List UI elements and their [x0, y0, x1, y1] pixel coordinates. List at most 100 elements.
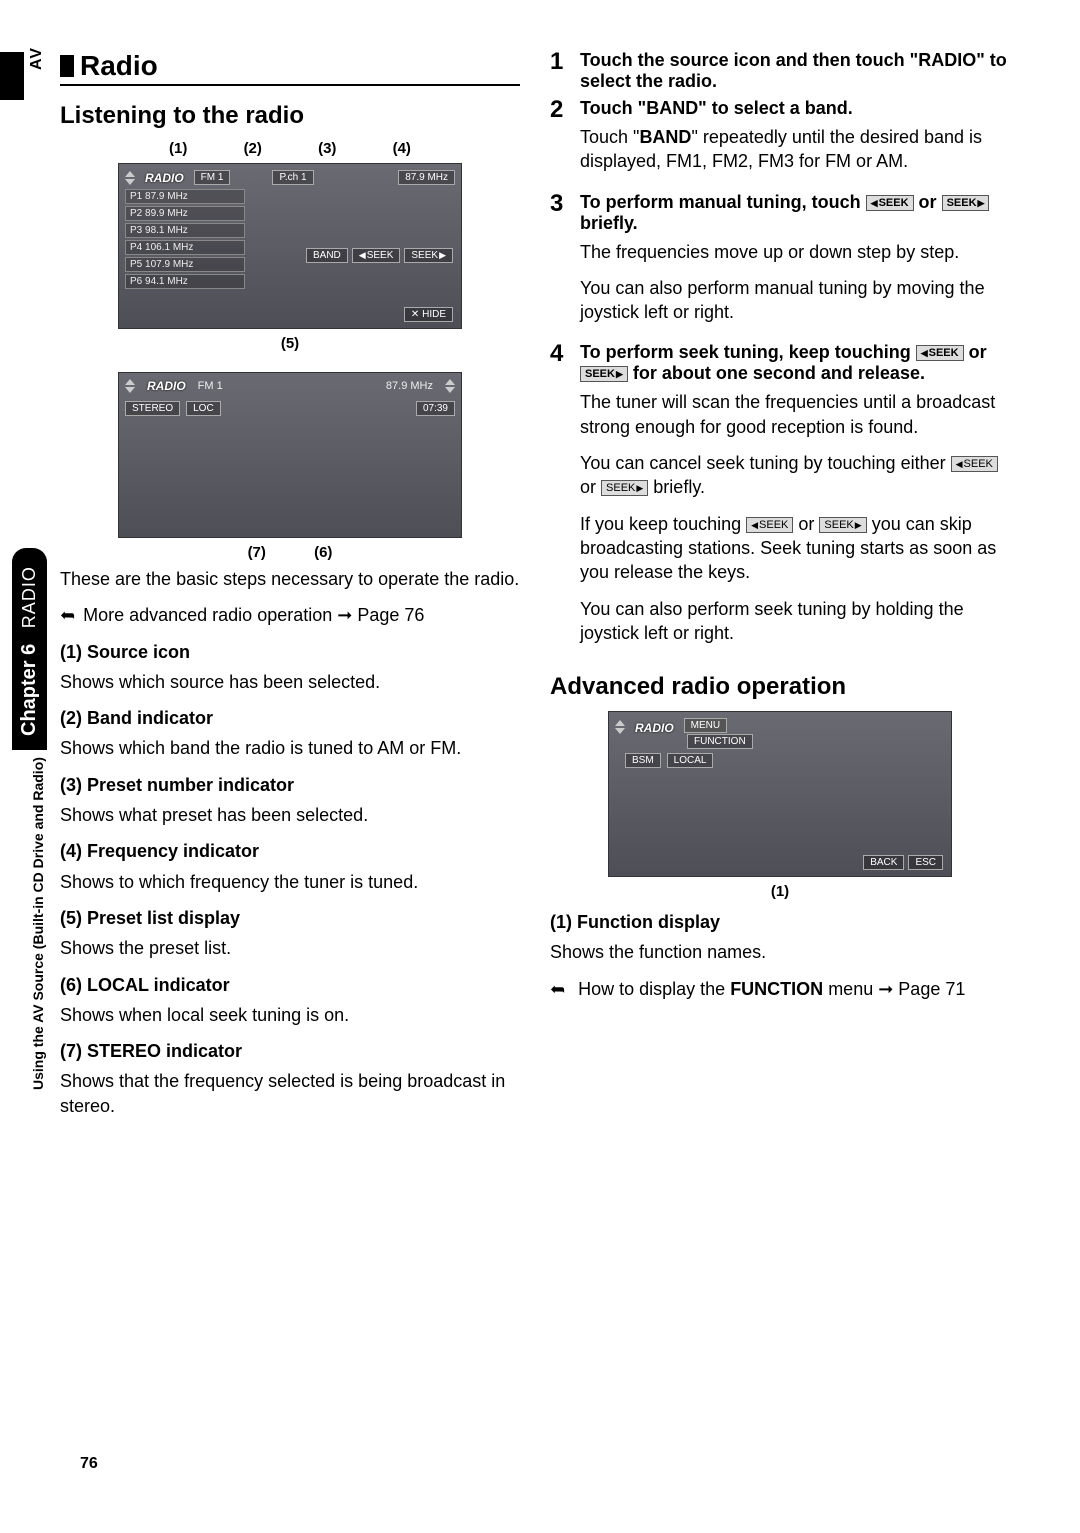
- text: briefly.: [580, 213, 638, 233]
- local-indicator: LOC: [186, 401, 221, 416]
- step-lead: Touch "BAND" to select a band.: [580, 98, 853, 118]
- sidebar-caption: Using the AV Source (Built-in CD Drive a…: [30, 757, 46, 1090]
- scroll-arrows-icon: [125, 171, 135, 185]
- seek-up-icon: SEEK: [819, 517, 866, 533]
- text: How to display the: [578, 979, 730, 999]
- seek-up-icon: SEEK: [580, 366, 628, 382]
- callout-1: (1): [169, 140, 187, 157]
- step-1: 1 Touch the source icon and then touch "…: [550, 50, 1010, 92]
- seek-down-icon: SEEK: [866, 195, 914, 211]
- step-body: The tuner will scan the frequencies unti…: [580, 390, 1010, 439]
- sidebar: AV Chapter 6 RADIO Using the AV Source (…: [0, 0, 48, 1533]
- step-lead: To perform seek tuning, keep touching SE…: [580, 342, 987, 383]
- callout-7: (7): [248, 544, 266, 561]
- source-icon: RADIO: [631, 721, 678, 735]
- scroll-arrows-icon: [615, 720, 625, 734]
- def-heading: (5) Preset list display: [60, 906, 520, 930]
- step-number: 3: [550, 192, 572, 337]
- left-column: Radio Listening to the radio (1) (2) (3)…: [60, 50, 520, 1130]
- def-body: Shows the preset list.: [60, 936, 520, 960]
- bsm-button[interactable]: BSM: [625, 753, 661, 768]
- cross-ref-note: How to display the FUNCTION menu ➞ Page …: [550, 977, 1010, 1001]
- frequency-indicator: 87.9 MHz: [386, 380, 433, 392]
- step-number: 1: [550, 50, 572, 92]
- step-body: If you keep touching SEEK or SEEK you ca…: [580, 512, 1010, 585]
- text: Touch ": [580, 127, 639, 147]
- callout-labels-bottom: (7) (6): [60, 544, 520, 561]
- band-indicator: FM 1: [194, 170, 231, 185]
- chapter-section: RADIO: [19, 566, 39, 628]
- text: briefly.: [648, 477, 705, 497]
- cross-ref-note: More advanced radio operation ➞ Page 76: [60, 603, 520, 627]
- def-heading: (1) Function display: [550, 910, 1010, 934]
- def-body: Shows to which frequency the tuner is tu…: [60, 870, 520, 894]
- def-body: Shows which band the radio is tuned to A…: [60, 736, 520, 760]
- callout-labels-advanced: (1): [550, 883, 1010, 900]
- step-number: 2: [550, 98, 572, 186]
- step-lead: Touch the source icon and then touch "RA…: [580, 50, 1007, 91]
- menu-tab[interactable]: MENU: [684, 718, 727, 733]
- step-2: 2 Touch "BAND" to select a band. Touch "…: [550, 98, 1010, 186]
- chapter-badge: Chapter 6 RADIO: [12, 548, 47, 750]
- clock-display: 07:39: [416, 401, 455, 416]
- seek-up-button[interactable]: SEEK: [404, 248, 453, 263]
- callout-3: (3): [318, 140, 336, 157]
- band-indicator: FM 1: [198, 380, 223, 392]
- function-tab[interactable]: FUNCTION: [687, 734, 753, 749]
- callout-4: (4): [393, 140, 411, 157]
- text-bold: FUNCTION: [730, 979, 823, 999]
- text: for about one second and release.: [628, 363, 925, 383]
- radio-screen-presets: RADIO FM 1 P.ch 1 87.9 MHz P1 87.9 MHz P…: [118, 163, 462, 329]
- page-title: Radio: [60, 50, 520, 86]
- text: To perform seek tuning, keep touching: [580, 342, 916, 362]
- section-heading-advanced: Advanced radio operation: [550, 673, 1010, 701]
- tab-av-label: AV: [28, 47, 46, 70]
- callout-2: (2): [244, 140, 262, 157]
- preset-number-indicator: P.ch 1: [272, 170, 313, 185]
- def-heading: (3) Preset number indicator: [60, 773, 520, 797]
- preset-row: P4 106.1 MHz: [125, 240, 245, 255]
- preset-list: P1 87.9 MHz P2 89.9 MHz P3 98.1 MHz P4 1…: [125, 189, 455, 289]
- text: If you keep touching: [580, 514, 746, 534]
- def-heading: (4) Frequency indicator: [60, 839, 520, 863]
- intro-text: These are the basic steps necessary to o…: [60, 567, 520, 591]
- text: or: [580, 477, 601, 497]
- seek-up-icon: SEEK: [601, 480, 648, 496]
- text-bold: BAND: [639, 127, 691, 147]
- step-body: The frequencies move up or down step by …: [580, 240, 1010, 264]
- step-body: You can also perform manual tuning by mo…: [580, 276, 1010, 325]
- def-heading: (2) Band indicator: [60, 706, 520, 730]
- def-body: Shows when local seek tuning is on.: [60, 1003, 520, 1027]
- def-body: Shows that the frequency selected is bei…: [60, 1069, 520, 1118]
- step-lead: To perform manual tuning, touch SEEK or …: [580, 192, 989, 233]
- seek-down-icon: SEEK: [746, 517, 793, 533]
- seek-down-icon: SEEK: [916, 345, 964, 361]
- step-body: Touch "BAND" repeatedly until the desire…: [580, 125, 1010, 174]
- back-button[interactable]: BACK: [863, 855, 904, 870]
- radio-screen-function-menu: RADIO MENU FUNCTION BSM LOCAL BACK ESC: [608, 711, 952, 877]
- preset-row: P1 87.9 MHz: [125, 189, 245, 204]
- radio-screen-status: RADIO FM 1 87.9 MHz STEREO LOC 07:39: [118, 372, 462, 538]
- callout-1: (1): [771, 883, 789, 900]
- def-heading: (7) STEREO indicator: [60, 1039, 520, 1063]
- text: or: [793, 514, 819, 534]
- band-button[interactable]: BAND: [306, 248, 348, 263]
- local-button[interactable]: LOCAL: [667, 753, 714, 768]
- preset-row: P3 98.1 MHz: [125, 223, 245, 238]
- step-body: You can also perform seek tuning by hold…: [580, 597, 1010, 646]
- seek-down-icon: SEEK: [951, 456, 998, 472]
- step-body: You can cancel seek tuning by touching e…: [580, 451, 1010, 500]
- page-number: 76: [80, 1455, 98, 1473]
- hide-button[interactable]: ✕ HIDE: [404, 307, 453, 322]
- page-content: Radio Listening to the radio (1) (2) (3)…: [60, 50, 1040, 1130]
- text: or: [964, 342, 987, 362]
- definitions-list: (1) Source icon Shows which source has b…: [60, 640, 520, 1118]
- callout-5: (5): [281, 335, 299, 352]
- sidebar-tab-marker: [0, 52, 24, 100]
- frequency-indicator: 87.9 MHz: [398, 170, 455, 185]
- seek-down-button[interactable]: SEEK: [352, 248, 401, 263]
- source-icon: RADIO: [141, 171, 188, 185]
- esc-button[interactable]: ESC: [908, 855, 943, 870]
- callout-6: (6): [314, 544, 332, 561]
- def-body: Shows the function names.: [550, 940, 1010, 964]
